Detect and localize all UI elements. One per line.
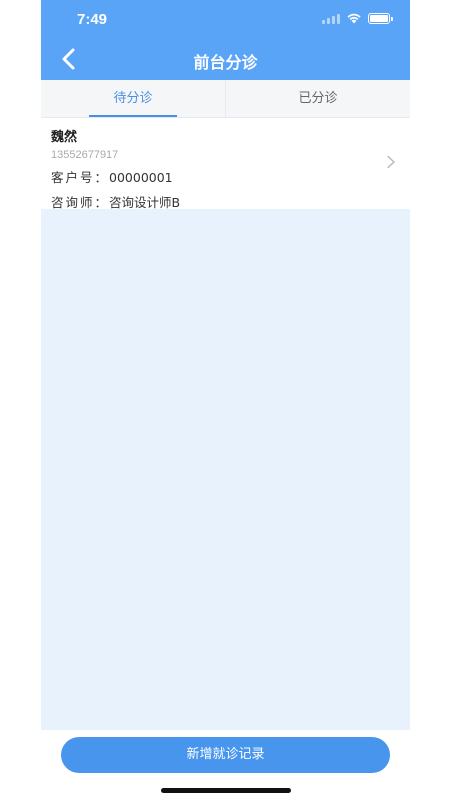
customer-number-label: 客户号：	[51, 170, 110, 185]
consultant-label: 咨询师：	[51, 195, 110, 210]
battery-icon	[368, 12, 393, 24]
patient-name: 魏然	[51, 130, 78, 145]
customer-number-row: 客户号：00000001	[51, 167, 400, 186]
wifi-icon	[347, 13, 361, 24]
status-time: 7:49	[77, 11, 108, 28]
home-indicator	[161, 788, 291, 793]
footer: 新增就诊记录	[41, 730, 410, 800]
customer-number-value: 00000001	[109, 170, 173, 185]
patient-phone: 13552677917	[51, 149, 119, 161]
tab-pending-triage[interactable]: 待分诊	[41, 80, 225, 117]
page-title: 前台分诊	[193, 53, 258, 72]
add-visit-record-button[interactable]: 新增就诊记录	[61, 737, 390, 773]
chevron-right-icon	[387, 155, 396, 169]
nav-header: 7:49 前台分诊	[41, 0, 410, 80]
consultant-value: 咨询设计师B	[109, 195, 181, 210]
status-icons	[322, 12, 393, 24]
signal-icon	[322, 13, 340, 24]
patient-card[interactable]: 魏然 13552677917 客户号：00000001 咨询师：咨询设计师B	[41, 119, 410, 211]
tab-triaged[interactable]: 已分诊	[225, 80, 410, 117]
patient-list: 魏然 13552677917 客户号：00000001 咨询师：咨询设计师B	[41, 119, 410, 730]
app-screen: 7:49 前台分诊 待分诊 已分诊 魏然 13552677917 客户号：000…	[41, 0, 410, 800]
tab-bar: 待分诊 已分诊	[41, 80, 410, 118]
consultant-row: 咨询师：咨询设计师B	[51, 192, 400, 211]
